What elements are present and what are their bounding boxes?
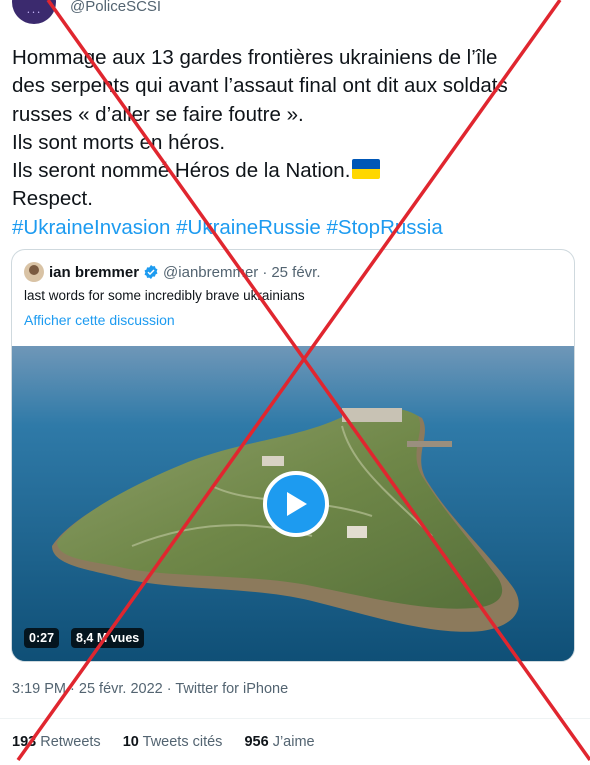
quote-tweets-count: 10	[122, 734, 139, 750]
hashtag-link[interactable]: #UkraineInvasion	[12, 216, 170, 239]
likes-stat[interactable]: 956 J’aime	[244, 734, 314, 750]
tweet-line: russes « d’aller se faire foutre ».	[12, 102, 304, 126]
retweets-label: Retweets	[40, 734, 101, 750]
tweet-line: Hommage aux 13 gardes frontières ukraini…	[12, 46, 498, 69]
tweet-line: Ils sont morts en héros.	[12, 130, 226, 154]
quoted-author-avatar[interactable]	[24, 262, 44, 282]
likes-label: J’aime	[272, 734, 315, 750]
tweet-line: Ils seront nommé Héros de la Nation.	[12, 157, 572, 185]
tweet-stats: 193 Retweets 10 Tweets cités 956 J’aime	[12, 734, 333, 750]
tweet-text: Hommage aux 13 gardes frontières ukraini…	[12, 44, 572, 242]
play-button[interactable]	[263, 471, 329, 537]
likes-count: 956	[244, 734, 269, 750]
quoted-tweet-card[interactable]: ian bremmer @ianbremmer · 25 févr. last …	[11, 249, 575, 662]
author-handle[interactable]: @PoliceSCSI	[70, 0, 161, 15]
avatar-logo-icon: • • •	[27, 10, 41, 16]
quoted-tweet-date[interactable]: 25 févr.	[271, 264, 320, 281]
show-thread-link[interactable]: Afficher cette discussion	[24, 312, 175, 328]
divider	[0, 718, 590, 719]
quoted-tweet-header: ian bremmer @ianbremmer · 25 févr.	[24, 262, 321, 282]
hashtags-line: #UkraineInvasion #UkraineRussie #StopRus…	[12, 214, 572, 242]
tweet-line: Respect.	[12, 187, 93, 211]
quote-tweets-stat[interactable]: 10 Tweets cités	[123, 734, 223, 750]
ukraine-flag-icon	[352, 159, 381, 180]
quoted-author-name[interactable]: ian bremmer	[49, 264, 139, 281]
separator-dot: ·	[262, 263, 268, 281]
retweets-count: 193	[12, 734, 37, 750]
video-player[interactable]: 0:27 8,4 M vues	[12, 346, 574, 661]
play-icon	[287, 492, 307, 516]
hashtag-link[interactable]: #UkraineRussie	[176, 216, 321, 239]
author-avatar[interactable]: • • •	[12, 0, 56, 24]
verified-badge-icon	[144, 265, 158, 279]
video-duration-badge: 0:27	[24, 628, 60, 648]
quote-tweets-label: Tweets cités	[142, 734, 223, 750]
tweet-line: des serpents qui avant l’assaut final on…	[12, 74, 508, 98]
hashtag-link[interactable]: #StopRussia	[327, 216, 443, 239]
quoted-author-handle: @ianbremmer	[163, 263, 259, 281]
video-views-badge: 8,4 M vues	[71, 628, 145, 648]
tweet-line-text: Ils seront nommé Héros de la Nation.	[12, 159, 351, 183]
quoted-tweet-text: last words for some incredibly brave ukr…	[24, 288, 305, 303]
tweet-timestamp[interactable]: 3:19 PM · 25 févr. 2022 · Twitter for iP…	[12, 681, 288, 697]
retweets-stat[interactable]: 193 Retweets	[12, 734, 101, 750]
